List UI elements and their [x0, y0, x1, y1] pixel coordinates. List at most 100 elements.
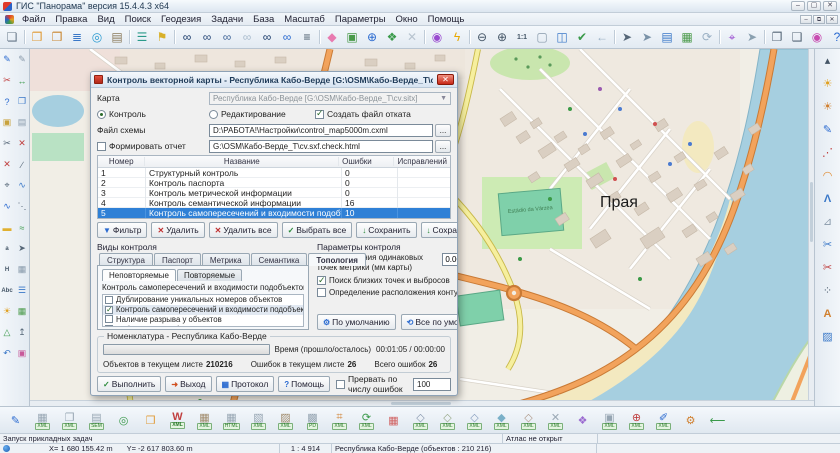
maximize-button[interactable]: ▢: [807, 1, 821, 11]
edit-nodes-icon[interactable]: ⋱: [15, 196, 29, 217]
column-header[interactable]: Номер: [98, 157, 145, 166]
map-select-icon[interactable]: ▦: [677, 27, 697, 47]
checklist-item[interactable]: Контроль самопересечений и входимости по…: [103, 305, 303, 315]
search-inactive-icon[interactable]: ∞: [237, 27, 257, 47]
scroll-up-icon[interactable]: ▴: [817, 49, 839, 72]
grid-sheets-icon[interactable]: ▦: [380, 408, 407, 432]
exit-door-icon[interactable]: ⟵: [704, 408, 731, 432]
search-area-icon[interactable]: ∞: [257, 27, 277, 47]
join-objects-icon[interactable]: ∿: [15, 175, 29, 196]
grid-tool-icon[interactable]: ▦: [15, 259, 29, 280]
sem-export-icon[interactable]: ▤ SEM: [83, 408, 110, 432]
checklist-item[interactable]: Дублирование объектов по метрике: [103, 324, 303, 327]
save-as-button[interactable]: ↓ Сохранить как: [421, 222, 457, 238]
open-geoportal-icon[interactable]: ◎: [87, 27, 107, 47]
pointer-icon[interactable]: ➤: [742, 27, 762, 47]
scatter-nodes-icon[interactable]: ⁘: [817, 279, 839, 302]
map-composition-icon[interactable]: ⚑: [152, 27, 172, 47]
text-abc-icon[interactable]: Abc: [0, 280, 14, 301]
table-row[interactable]: 5 Контроль самопересечений и входимости …: [98, 208, 450, 218]
print-icon[interactable]: ❐: [767, 27, 787, 47]
scissors-icon[interactable]: ✂: [0, 133, 14, 154]
table-row[interactable]: 3 Контроль метрической информации 0: [98, 188, 450, 198]
near-points-checkbox[interactable]: Поиск близких точек и выбросов: [317, 276, 457, 285]
help-button[interactable]: ? Помощь: [278, 376, 330, 392]
fill-style-icon[interactable]: ▣: [0, 112, 14, 133]
paste-object-icon[interactable]: ▤: [15, 112, 29, 133]
add-map-icon[interactable]: ❒: [47, 27, 67, 47]
open-map-icon[interactable]: ❒: [27, 27, 47, 47]
menu-item[interactable]: Помощь: [423, 14, 470, 25]
delete-part-icon[interactable]: ✕: [15, 133, 29, 154]
smooth-line-icon[interactable]: ≈: [15, 217, 29, 238]
map-scheme-icon[interactable]: ▦ XML: [29, 408, 56, 432]
export-up-icon[interactable]: ↥: [15, 322, 29, 343]
map-image-icon[interactable]: ▣ XML: [596, 408, 623, 432]
xml-zone-icon[interactable]: ▨ XML: [272, 408, 299, 432]
map-view-icon[interactable]: ▦: [15, 301, 29, 322]
sheet-convert-3-icon[interactable]: ◇ XML: [461, 408, 488, 432]
color-settings-icon[interactable]: ◉: [807, 27, 827, 47]
print-setup-icon[interactable]: ❑: [787, 27, 807, 47]
menu-item[interactable]: Геодезия: [156, 14, 206, 25]
edit-help-icon[interactable]: ?: [0, 91, 14, 112]
close-button[interactable]: ✕: [823, 1, 837, 11]
flashlight-search-icon[interactable]: ☀: [817, 72, 839, 95]
control-radio[interactable]: Контроль: [97, 109, 209, 119]
repeat-mode-tab[interactable]: Неповторяемые: [102, 269, 176, 281]
xml-area-icon[interactable]: ▧ XML: [245, 408, 272, 432]
save-button[interactable]: ↓ Сохранить: [356, 222, 416, 238]
apply-view-icon[interactable]: ✔: [572, 27, 592, 47]
edit-radio[interactable]: Редактирование: [209, 109, 315, 119]
html-export-icon[interactable]: ▦ HTML: [218, 408, 245, 432]
zoom-in-icon[interactable]: ⊕: [492, 27, 512, 47]
break-checkbox[interactable]: Прервать по числу ошибок: [336, 374, 409, 394]
highlighter-icon[interactable]: ▬: [0, 217, 14, 238]
select-by-sample-icon[interactable]: ▣: [342, 27, 362, 47]
cut-object-icon[interactable]: ✂: [0, 70, 14, 91]
map-select-combo[interactable]: Республика Кабо-Верде [G:\OSM\Кабо-Верде…: [209, 92, 451, 105]
menu-item[interactable]: Файл: [17, 14, 50, 25]
query-edit-icon[interactable]: ✎: [2, 408, 29, 432]
globe-icon[interactable]: [3, 445, 10, 452]
column-header[interactable]: Ошибки: [339, 157, 394, 166]
map-horizontal-scrollbar[interactable]: [30, 400, 814, 406]
flashlight-icon[interactable]: ☀: [0, 301, 14, 322]
map-layers-icon[interactable]: ☰: [132, 27, 152, 47]
map-vertical-scrollbar[interactable]: [808, 49, 814, 400]
menu-item[interactable]: Задачи: [206, 14, 248, 25]
nodes-edit-icon[interactable]: ⋰: [817, 141, 839, 164]
xml-edit-icon[interactable]: ✐ XML: [650, 408, 677, 432]
rollback-checkbox[interactable]: Создать файл отката: [315, 109, 411, 119]
threshold-input[interactable]: [442, 253, 457, 266]
search-continue-icon[interactable]: ∞: [217, 27, 237, 47]
sheet-convert-5-icon[interactable]: ◇ XML: [515, 408, 542, 432]
table-row[interactable]: 1 Структурный контроль 0: [98, 168, 450, 178]
map-copy-icon[interactable]: ❐ XML: [56, 408, 83, 432]
geolocation-icon[interactable]: ⌖: [722, 27, 742, 47]
object-list-icon[interactable]: ≡: [297, 27, 317, 47]
zoom-out-icon[interactable]: ⊖: [472, 27, 492, 47]
checklist-item[interactable]: Наличие разрыва у объектов: [103, 315, 303, 325]
scheme-browse-button[interactable]: ...: [435, 124, 451, 137]
scale-indicator[interactable]: 1 : 4 914: [280, 444, 332, 453]
fit-frame-icon[interactable]: ▢: [532, 27, 552, 47]
exit-button[interactable]: ➜ Выход: [165, 376, 211, 392]
search-return-icon[interactable]: ∞: [277, 27, 297, 47]
add-selection-icon[interactable]: ⊕: [362, 27, 382, 47]
save-selection-icon[interactable]: ❖: [382, 27, 402, 47]
erase-selection-icon[interactable]: ◆: [322, 27, 342, 47]
column-header[interactable]: Исправлений: [394, 157, 450, 166]
select-pointer-icon[interactable]: ➤: [617, 27, 637, 47]
folder-import-icon[interactable]: ❒: [137, 408, 164, 432]
create-object-icon[interactable]: ✎: [0, 49, 14, 70]
xml-w-convert-icon[interactable]: W XML: [164, 408, 191, 432]
measure-tool-icon[interactable]: ⊿: [817, 210, 839, 233]
search-by-name-icon[interactable]: ∞: [197, 27, 217, 47]
hatch-area-icon[interactable]: ▨: [817, 325, 839, 348]
delete-object-icon[interactable]: ✕: [0, 154, 14, 175]
delete-all-button[interactable]: ✕ Удалить все: [209, 222, 278, 238]
filter-button[interactable]: ▼ Фильтр: [97, 222, 147, 238]
column-header[interactable]: Название: [145, 157, 339, 166]
search-icon[interactable]: ∞: [177, 27, 197, 47]
